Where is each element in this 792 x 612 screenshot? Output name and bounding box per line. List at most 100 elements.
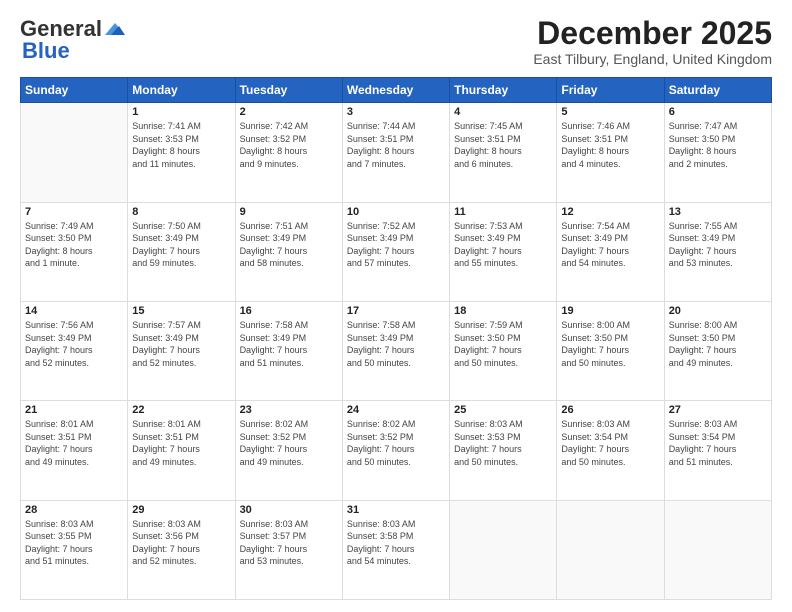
logo-icon	[103, 21, 125, 37]
day-number: 9	[240, 206, 338, 218]
table-row: 18 Sunrise: 7:59 AMSunset: 3:50 PMDayligh…	[450, 301, 557, 400]
table-row: 22 Sunrise: 8:01 AMSunset: 3:51 PMDayligh…	[128, 401, 235, 500]
calendar-header-row: Sunday Monday Tuesday Wednesday Thursday…	[21, 78, 772, 103]
day-info: Sunrise: 8:01 AMSunset: 3:51 PMDaylight:…	[25, 418, 123, 468]
table-row: 4 Sunrise: 7:45 AMSunset: 3:51 PMDaylight…	[450, 103, 557, 202]
day-info: Sunrise: 7:45 AMSunset: 3:51 PMDaylight:…	[454, 120, 552, 170]
day-info: Sunrise: 7:54 AMSunset: 3:49 PMDaylight:…	[561, 220, 659, 270]
day-number: 11	[454, 206, 552, 218]
month-title: December 2025	[533, 16, 772, 51]
day-number: 1	[132, 106, 230, 118]
col-tuesday: Tuesday	[235, 78, 342, 103]
table-row: 26 Sunrise: 8:03 AMSunset: 3:54 PMDayligh…	[557, 401, 664, 500]
day-number: 3	[347, 106, 445, 118]
day-info: Sunrise: 7:49 AMSunset: 3:50 PMDaylight:…	[25, 220, 123, 270]
table-row: 27Sunrise: 8:03 AMSunset: 3:54 PMDayligh…	[664, 401, 771, 500]
table-row: 28 Sunrise: 8:03 AMSunset: 3:55 PMDayligh…	[21, 500, 128, 599]
day-info: Sunrise: 7:41 AMSunset: 3:53 PMDaylight:…	[132, 120, 230, 170]
table-row: 30Sunrise: 8:03 AMSunset: 3:57 PMDayligh…	[235, 500, 342, 599]
day-info: Sunrise: 7:57 AMSunset: 3:49 PMDaylight:…	[132, 319, 230, 369]
day-info: Sunrise: 8:01 AMSunset: 3:51 PMDaylight:…	[132, 418, 230, 468]
day-info: Sunrise: 8:03 AMSunset: 3:55 PMDaylight:…	[25, 518, 123, 568]
day-number: 6	[669, 106, 767, 118]
table-row	[557, 500, 664, 599]
day-number: 20	[669, 305, 767, 317]
calendar-week-row: 7 Sunrise: 7:49 AMSunset: 3:50 PMDaylight…	[21, 202, 772, 301]
day-info: Sunrise: 7:59 AMSunset: 3:50 PMDaylight:…	[454, 319, 552, 369]
title-section: December 2025 East Tilbury, England, Uni…	[533, 16, 772, 67]
day-info: Sunrise: 7:44 AMSunset: 3:51 PMDaylight:…	[347, 120, 445, 170]
col-friday: Friday	[557, 78, 664, 103]
table-row: 7 Sunrise: 7:49 AMSunset: 3:50 PMDaylight…	[21, 202, 128, 301]
day-number: 26	[561, 404, 659, 416]
table-row: 1 Sunrise: 7:41 AMSunset: 3:53 PMDaylight…	[128, 103, 235, 202]
table-row: 13 Sunrise: 7:55 AMSunset: 3:49 PMDayligh…	[664, 202, 771, 301]
day-number: 30	[240, 504, 338, 516]
logo: General Blue	[20, 16, 126, 64]
table-row: 31 Sunrise: 8:03 AMSunset: 3:58 PMDayligh…	[342, 500, 449, 599]
calendar-week-row: 1 Sunrise: 7:41 AMSunset: 3:53 PMDaylight…	[21, 103, 772, 202]
day-info: Sunrise: 8:03 AMSunset: 3:58 PMDaylight:…	[347, 518, 445, 568]
day-info: Sunrise: 8:03 AMSunset: 3:56 PMDaylight:…	[132, 518, 230, 568]
table-row: 17Sunrise: 7:58 AMSunset: 3:49 PMDayligh…	[342, 301, 449, 400]
day-info: Sunrise: 8:00 AMSunset: 3:50 PMDaylight:…	[561, 319, 659, 369]
day-info: Sunrise: 7:51 AMSunset: 3:49 PMDaylight:…	[240, 220, 338, 270]
table-row: 3 Sunrise: 7:44 AMSunset: 3:51 PMDaylight…	[342, 103, 449, 202]
day-number: 7	[25, 206, 123, 218]
day-info: Sunrise: 7:47 AMSunset: 3:50 PMDaylight:…	[669, 120, 767, 170]
calendar-week-row: 28 Sunrise: 8:03 AMSunset: 3:55 PMDayligh…	[21, 500, 772, 599]
day-info: Sunrise: 7:58 AMSunset: 3:49 PMDaylight:…	[347, 319, 445, 369]
table-row	[450, 500, 557, 599]
day-number: 24	[347, 404, 445, 416]
location: East Tilbury, England, United Kingdom	[533, 51, 772, 67]
day-info: Sunrise: 7:50 AMSunset: 3:49 PMDaylight:…	[132, 220, 230, 270]
day-info: Sunrise: 7:52 AMSunset: 3:49 PMDaylight:…	[347, 220, 445, 270]
day-number: 10	[347, 206, 445, 218]
day-info: Sunrise: 7:55 AMSunset: 3:49 PMDaylight:…	[669, 220, 767, 270]
day-info: Sunrise: 8:03 AMSunset: 3:54 PMDaylight:…	[669, 418, 767, 468]
table-row: 10 Sunrise: 7:52 AMSunset: 3:49 PMDayligh…	[342, 202, 449, 301]
day-number: 2	[240, 106, 338, 118]
day-number: 8	[132, 206, 230, 218]
table-row: 21 Sunrise: 8:01 AMSunset: 3:51 PMDayligh…	[21, 401, 128, 500]
table-row: 14Sunrise: 7:56 AMSunset: 3:49 PMDayligh…	[21, 301, 128, 400]
day-number: 22	[132, 404, 230, 416]
table-row: 24 Sunrise: 8:02 AMSunset: 3:52 PMDayligh…	[342, 401, 449, 500]
table-row: 5 Sunrise: 7:46 AMSunset: 3:51 PMDaylight…	[557, 103, 664, 202]
table-row: 23 Sunrise: 8:02 AMSunset: 3:52 PMDayligh…	[235, 401, 342, 500]
day-number: 21	[25, 404, 123, 416]
table-row: 2Sunrise: 7:42 AMSunset: 3:52 PMDaylight…	[235, 103, 342, 202]
day-info: Sunrise: 8:02 AMSunset: 3:52 PMDaylight:…	[347, 418, 445, 468]
calendar-week-row: 14Sunrise: 7:56 AMSunset: 3:49 PMDayligh…	[21, 301, 772, 400]
day-number: 28	[25, 504, 123, 516]
day-number: 29	[132, 504, 230, 516]
day-info: Sunrise: 8:03 AMSunset: 3:54 PMDaylight:…	[561, 418, 659, 468]
table-row	[21, 103, 128, 202]
day-number: 23	[240, 404, 338, 416]
col-saturday: Saturday	[664, 78, 771, 103]
day-info: Sunrise: 8:02 AMSunset: 3:52 PMDaylight:…	[240, 418, 338, 468]
day-info: Sunrise: 7:56 AMSunset: 3:49 PMDaylight:…	[25, 319, 123, 369]
day-info: Sunrise: 7:46 AMSunset: 3:51 PMDaylight:…	[561, 120, 659, 170]
day-info: Sunrise: 7:58 AMSunset: 3:49 PMDaylight:…	[240, 319, 338, 369]
calendar-table: Sunday Monday Tuesday Wednesday Thursday…	[20, 77, 772, 600]
day-info: Sunrise: 8:03 AMSunset: 3:53 PMDaylight:…	[454, 418, 552, 468]
day-number: 13	[669, 206, 767, 218]
page: General Blue December 2025 East Tilbury,…	[0, 0, 792, 612]
table-row: 19 Sunrise: 8:00 AMSunset: 3:50 PMDayligh…	[557, 301, 664, 400]
calendar-week-row: 21 Sunrise: 8:01 AMSunset: 3:51 PMDayligh…	[21, 401, 772, 500]
day-number: 18	[454, 305, 552, 317]
day-info: Sunrise: 8:00 AMSunset: 3:50 PMDaylight:…	[669, 319, 767, 369]
day-number: 31	[347, 504, 445, 516]
day-info: Sunrise: 7:53 AMSunset: 3:49 PMDaylight:…	[454, 220, 552, 270]
table-row: 6 Sunrise: 7:47 AMSunset: 3:50 PMDaylight…	[664, 103, 771, 202]
table-row: 16 Sunrise: 7:58 AMSunset: 3:49 PMDayligh…	[235, 301, 342, 400]
table-row: 25 Sunrise: 8:03 AMSunset: 3:53 PMDayligh…	[450, 401, 557, 500]
table-row: 12Sunrise: 7:54 AMSunset: 3:49 PMDayligh…	[557, 202, 664, 301]
day-number: 19	[561, 305, 659, 317]
day-number: 16	[240, 305, 338, 317]
day-number: 25	[454, 404, 552, 416]
day-number: 5	[561, 106, 659, 118]
table-row: 15Sunrise: 7:57 AMSunset: 3:49 PMDayligh…	[128, 301, 235, 400]
day-number: 4	[454, 106, 552, 118]
